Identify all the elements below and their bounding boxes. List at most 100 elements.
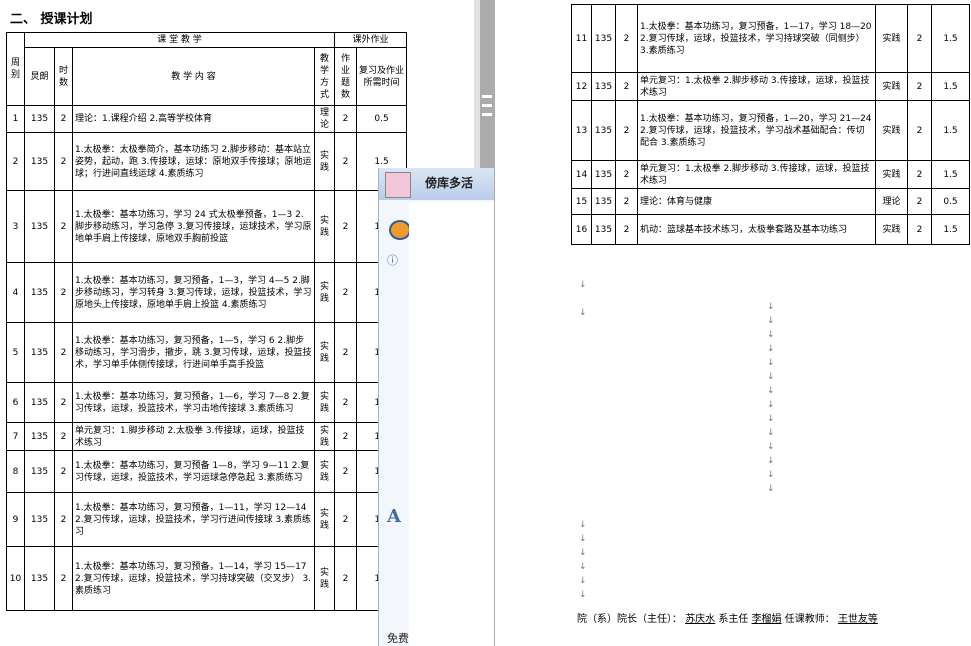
review-time-cell: 0.5 xyxy=(931,188,970,215)
table-row: 15 135 2 理论：体育与健康 理论 2 0.5 xyxy=(571,188,970,215)
hw-count-cell: 2 xyxy=(334,492,358,547)
content-cell: 机动：篮球基本技术练习，太极拳套路及基本功练习 xyxy=(637,214,876,245)
hw-count-cell: 2 xyxy=(907,4,932,73)
week-cell: 1 xyxy=(6,105,25,133)
review-time-cell: 1.5 xyxy=(931,4,970,73)
header-semester: 炅朗 xyxy=(24,47,55,106)
semester-cell: 135 xyxy=(24,450,55,493)
method-cell: 实践 xyxy=(313,382,336,423)
table-row: 5 135 2 1.太极拳：基本功练习，复习预备，1—5，学习 6 2.脚步移动练习，… xyxy=(6,322,408,383)
semester-cell: 135 xyxy=(24,422,55,451)
content-cell: 1.太极拳：基本功练习，复习预备 1—8，学习 9—11 2.复习传球，运球，投… xyxy=(72,450,315,493)
header-week: 周别 xyxy=(6,32,25,106)
method-cell: 实践 xyxy=(313,322,336,383)
hw-count-cell: 2 xyxy=(334,450,358,493)
week-cell: 8 xyxy=(6,450,25,493)
info-icon[interactable]: ⓘ xyxy=(387,252,398,268)
week-cell: 6 xyxy=(6,382,25,423)
hw-count-cell: 2 xyxy=(334,132,358,191)
content-cell: 理论：体育与健康 xyxy=(637,188,876,215)
semester-cell: 135 xyxy=(591,72,616,101)
hw-count-cell: 2 xyxy=(334,322,358,383)
paragraph-marks: ↓ ↓ ↓ ↓ ↓ ↓ xyxy=(579,520,587,600)
header-class-group: 课 堂 教 学 xyxy=(23,32,336,48)
method-cell: 实践 xyxy=(313,132,336,191)
week-cell: 14 xyxy=(571,160,592,189)
teacher-label: 任课教师： xyxy=(784,614,835,625)
method-cell: 实践 xyxy=(875,72,908,101)
hw-count-cell: 2 xyxy=(907,214,932,245)
table-row: 1 135 2 理论：1.课程介绍 2.高等学校体育 理论 2 0.5 xyxy=(6,105,408,133)
semester-cell: 135 xyxy=(591,100,616,161)
method-cell: 理论 xyxy=(313,105,336,133)
document-page-left: 二、 授课计划 周别 课 堂 教 学 课外作业 炅朗 时数 教 学 内 容 教学… xyxy=(0,0,410,646)
hours-cell: 2 xyxy=(615,214,638,245)
content-cell: 单元复习：1.太极拳 2.脚步移动 3.传接球，运球，投篮技术练习 xyxy=(637,72,876,101)
week-cell: 3 xyxy=(6,190,25,263)
table-row: 14 135 2 单元复习：1.太极拳 2.脚步移动 3.传接球，运球，投篮技术练习实… xyxy=(571,160,970,189)
header-method: 教学方式 xyxy=(313,47,336,106)
content-cell: 1.太极拳：基本功练习，复习预备，1—11，学习 12—14 2.复习传球，运球… xyxy=(72,492,315,547)
week-cell: 15 xyxy=(571,188,592,215)
week-cell: 2 xyxy=(6,132,25,191)
semester-cell: 135 xyxy=(24,105,55,133)
content-cell: 单元复习：1.太极拳 2.脚步移动 3.传接球，运球，投篮技术练习 xyxy=(637,160,876,189)
method-cell: 实践 xyxy=(313,190,336,263)
content-cell: 1.太极拳：基本功练习，复习预备，1—5，学习 6 2.脚步移动练习，学习滑步，… xyxy=(72,322,315,383)
review-time-cell: 0.5 xyxy=(356,105,408,133)
popup-title: 傍库多活 xyxy=(425,176,474,190)
hours-cell: 2 xyxy=(54,262,73,323)
content-cell: 1.太极拳：基本功练习，复习预备，1—3，学习 4—5 2.脚步移动练习，学习转… xyxy=(72,262,315,323)
ring-icon[interactable] xyxy=(389,220,411,240)
hw-count-cell: 2 xyxy=(334,422,358,451)
scrollbar-grip[interactable] xyxy=(482,95,492,122)
hours-cell: 2 xyxy=(615,188,638,215)
teaching-plan-table-continued: 11 135 2 1.太极拳：基本功练习，复习预备，1—17，学习 18—20 2.复… xyxy=(571,4,970,245)
hours-cell: 2 xyxy=(615,160,638,189)
week-cell: 10 xyxy=(6,546,25,611)
semester-cell: 135 xyxy=(24,492,55,547)
paragraph-marks: ↓ ↓ ↓ ↓ ↓ ↓ ↓ ↓ ↓ ↓ ↓ ↓ ↓ ↓ xyxy=(767,302,775,494)
hours-cell: 2 xyxy=(54,322,73,383)
hours-cell: 2 xyxy=(54,546,73,611)
table-row: 11 135 2 1.太极拳：基本功练习，复习预备，1—17，学习 18—20 2.复… xyxy=(571,4,970,73)
popup-content-area xyxy=(409,202,494,646)
week-cell: 9 xyxy=(6,492,25,547)
header-hw-count: 作业题数 xyxy=(334,47,358,106)
hours-cell: 2 xyxy=(54,105,73,133)
week-cell: 16 xyxy=(571,214,592,245)
table-row: 4 135 2 1.太极拳：基本功练习，复习预备，1—3，学习 4—5 2.脚步移动练… xyxy=(6,262,408,323)
hw-count-cell: 2 xyxy=(334,382,358,423)
method-cell: 实践 xyxy=(313,262,336,323)
header-hours: 时数 xyxy=(54,47,73,106)
content-cell: 1.太极拳：基本功练习，复习预备，1—20，学习 21—24 2.复习传球，运球… xyxy=(637,100,876,161)
hw-count-cell: 2 xyxy=(334,105,358,133)
director-label: 系主任 xyxy=(718,614,749,625)
table-subheader-row: 炅朗 时数 教 学 内 容 教学方式 作业题数 复习及作业所需时间 xyxy=(7,47,408,106)
content-cell: 单元复习：1.脚步移动 2.太极拳 3.传接球，运球，投篮技术练习 xyxy=(72,422,315,451)
method-cell: 实践 xyxy=(875,160,908,189)
popup-footer[interactable]: 免费 xyxy=(387,630,409,646)
table-row: 9 135 2 1.太极拳：基本功练习，复习预备，1—11，学习 12—14 2.复习… xyxy=(6,492,408,547)
hw-count-cell: 2 xyxy=(907,72,932,101)
semester-cell: 135 xyxy=(24,546,55,611)
semester-cell: 135 xyxy=(24,322,55,383)
hw-count-cell: 2 xyxy=(334,190,358,263)
table-header-row: 周别 课 堂 教 学 课外作业 xyxy=(6,32,408,106)
method-cell: 实践 xyxy=(875,214,908,245)
method-cell: 实践 xyxy=(313,492,336,547)
hw-count-cell: 2 xyxy=(334,262,358,323)
content-cell: 1.太极拳：太极拳简介，基本功练习 2.脚步移动：基本站立姿势，起动，跑 3.传… xyxy=(72,132,315,191)
teacher-name: 王世友等 xyxy=(837,614,878,625)
hours-cell: 2 xyxy=(54,190,73,263)
header-content: 教 学 内 容 xyxy=(72,47,315,106)
week-cell: 12 xyxy=(571,72,592,101)
teaching-plan-table: 周别 课 堂 教 学 课外作业 炅朗 时数 教 学 内 容 教学方式 作业题数 … xyxy=(6,32,408,611)
table-row: 10 135 2 1.太极拳：基本功练习，复习预备，1—14，学习 15—17 2.复… xyxy=(6,546,408,611)
font-icon[interactable]: A xyxy=(387,506,401,527)
semester-cell: 135 xyxy=(24,132,55,191)
week-cell: 13 xyxy=(571,100,592,161)
avatar[interactable] xyxy=(385,172,411,198)
method-cell: 实践 xyxy=(313,450,336,493)
dean-name: 苏庆水 xyxy=(685,614,716,625)
